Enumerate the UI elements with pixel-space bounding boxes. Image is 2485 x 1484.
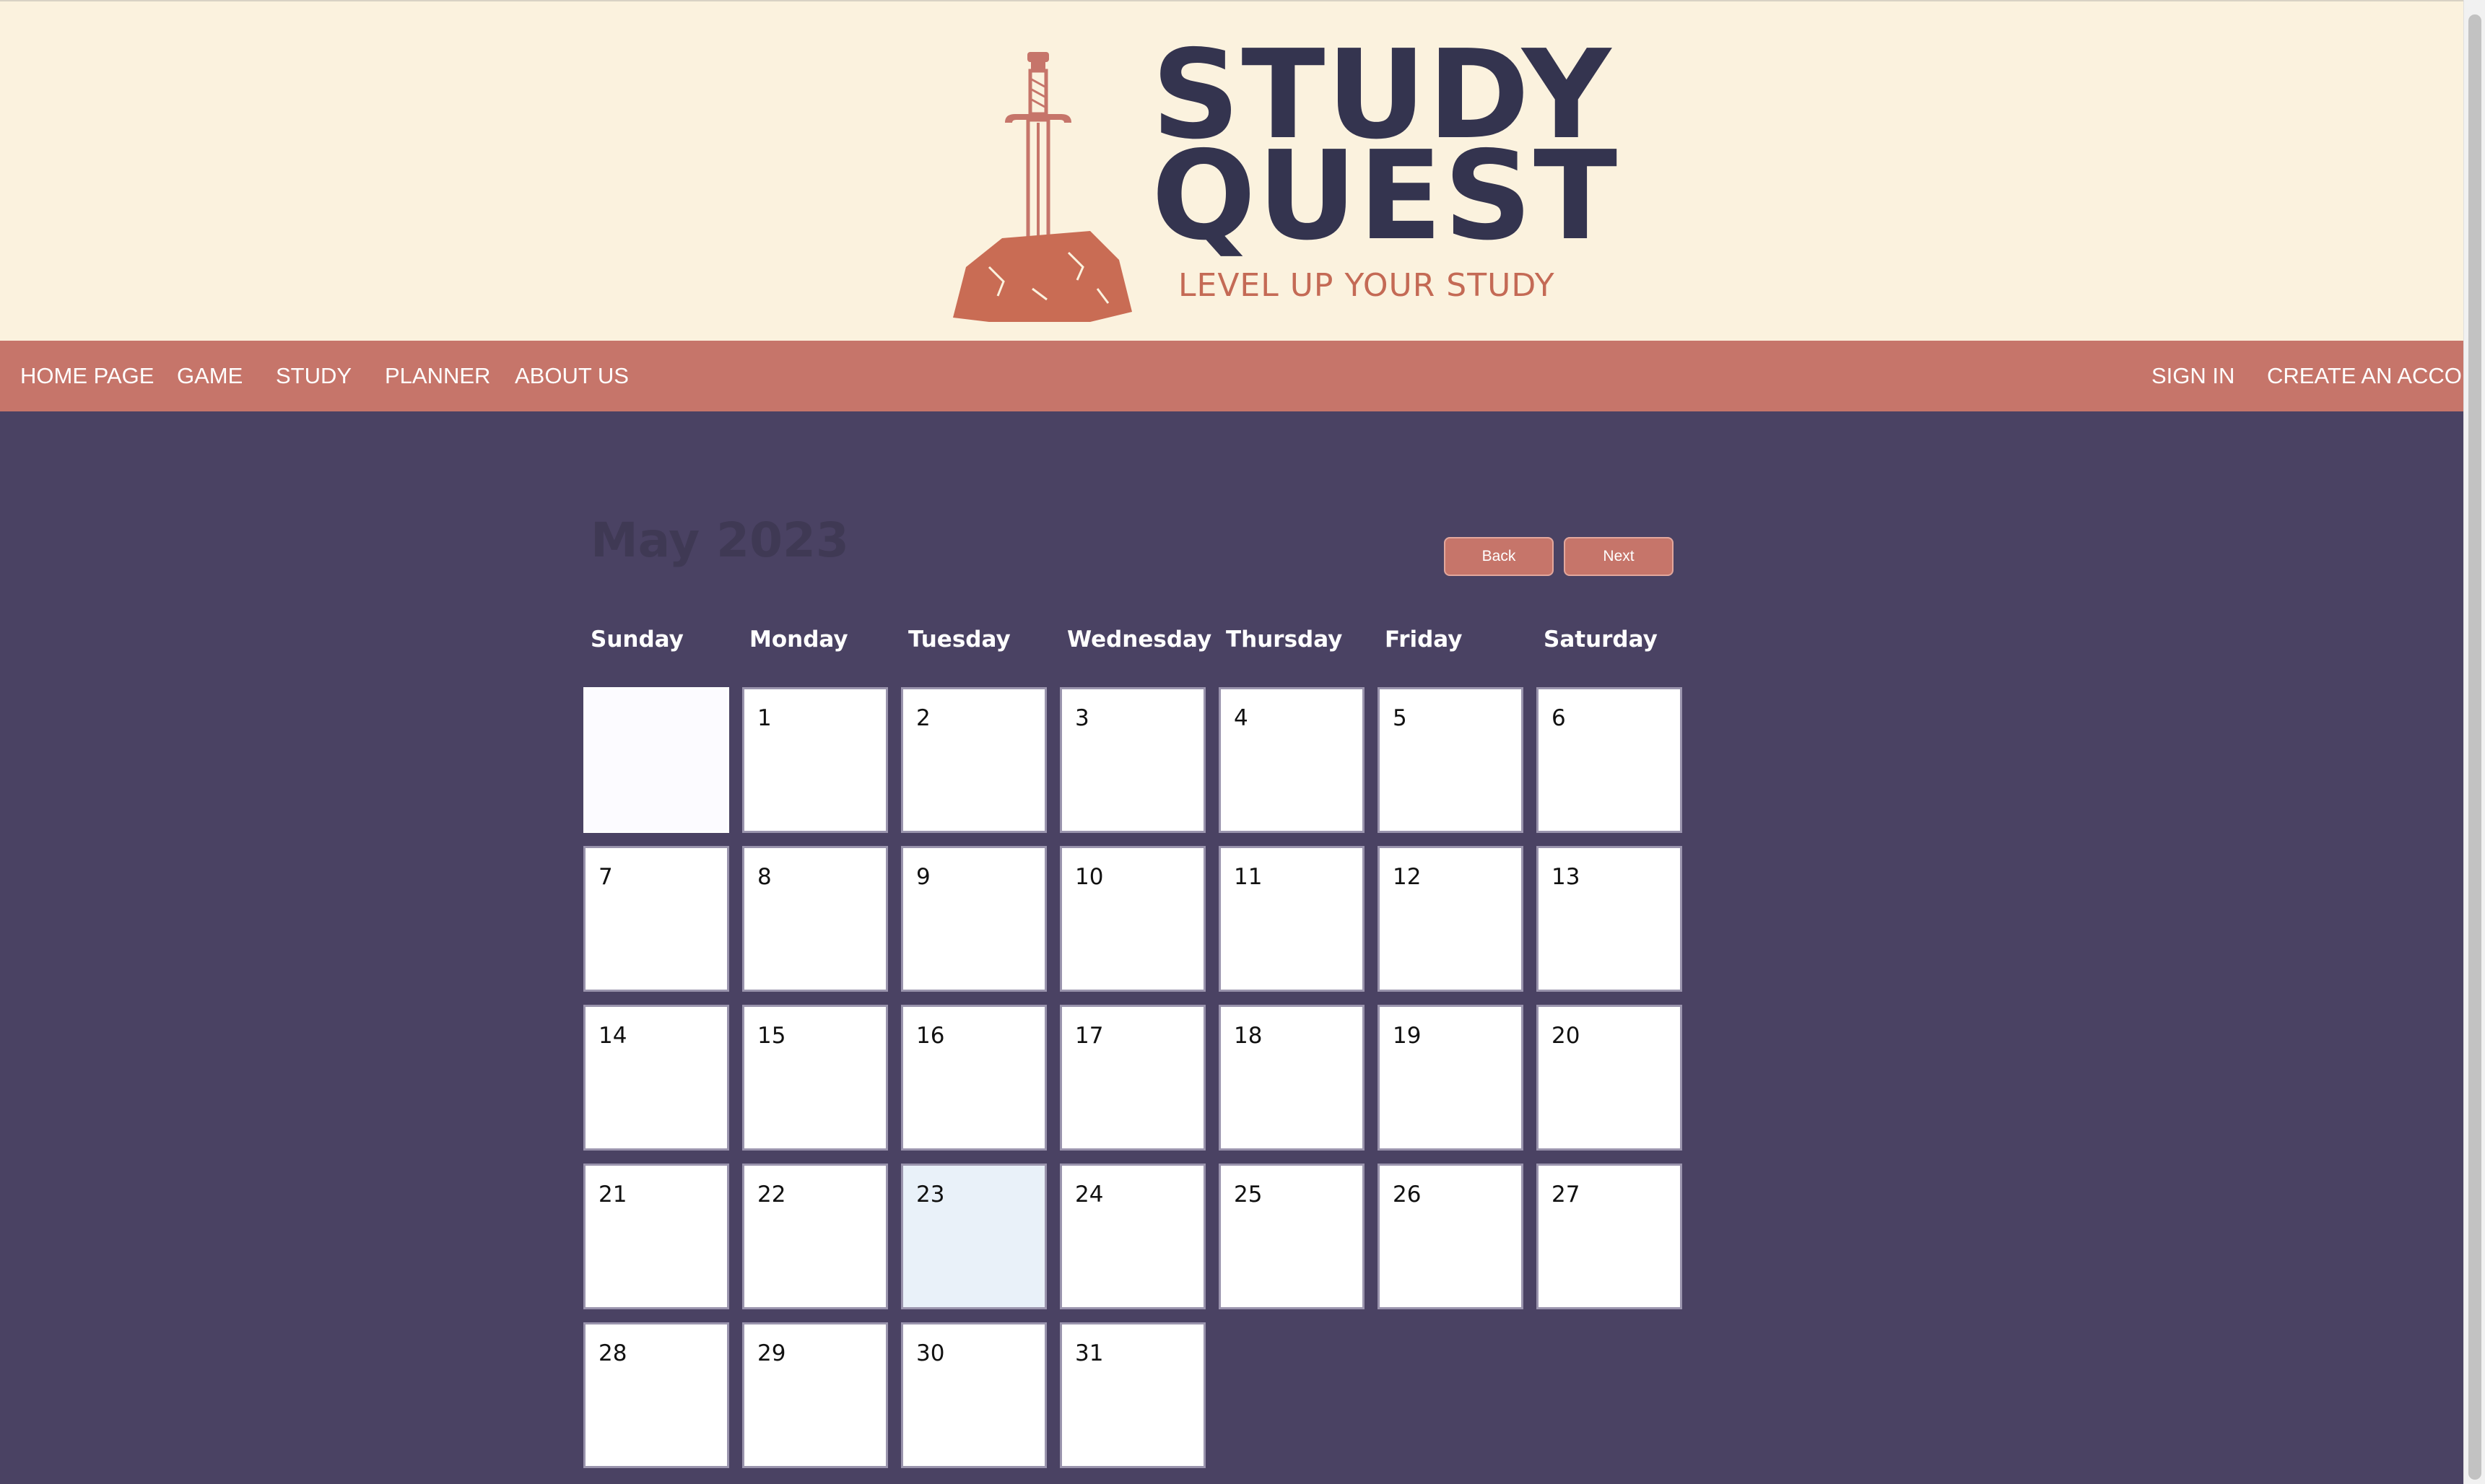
study-quest-logo[interactable]: STUDY QUEST LEVEL UP YOUR STUDY <box>946 34 1617 322</box>
day-number: 4 <box>1234 705 1248 731</box>
day-number: 10 <box>1075 864 1104 890</box>
calendar-day-cell[interactable]: 4 <box>1219 687 1365 833</box>
day-number: 18 <box>1234 1023 1263 1049</box>
nav-home-page[interactable]: HOME PAGE <box>20 341 154 411</box>
calendar-day-cell[interactable]: 27 <box>1536 1164 1682 1309</box>
site-header: STUDY QUEST LEVEL UP YOUR STUDY <box>0 0 2485 341</box>
calendar-day-cell[interactable]: 21 <box>583 1164 729 1309</box>
weekday-sunday: Sunday <box>591 627 684 652</box>
logo-title: STUDY QUEST <box>1152 34 1619 268</box>
weekday-thursday: Thursday <box>1226 627 1343 652</box>
next-button[interactable]: Next <box>1564 537 1674 576</box>
nav-create-account[interactable]: CREATE AN ACCOUNT <box>2267 341 2485 411</box>
calendar-day-cell[interactable]: 31 <box>1060 1322 1206 1468</box>
calendar-day-cell[interactable]: 17 <box>1060 1005 1206 1151</box>
nav-planner[interactable]: PLANNER <box>385 341 490 411</box>
calendar-day-cell[interactable]: 14 <box>583 1005 729 1151</box>
nav-sign-in[interactable]: SIGN IN <box>2151 341 2234 411</box>
calendar-day-cell[interactable]: 7 <box>583 846 729 992</box>
logo-tagline: LEVEL UP YOUR STUDY <box>1178 267 1555 304</box>
nav-about-us[interactable]: ABOUT US <box>515 341 629 411</box>
day-number: 1 <box>757 705 772 731</box>
calendar-month-title: May 2023 <box>591 512 849 568</box>
day-number: 13 <box>1552 864 1580 890</box>
day-number: 20 <box>1552 1023 1580 1049</box>
calendar-day-cell[interactable]: 29 <box>742 1322 888 1468</box>
calendar-day-cell[interactable]: 2 <box>901 687 1047 833</box>
calendar-day-cell[interactable]: 19 <box>1378 1005 1523 1151</box>
main-nav: HOME PAGE GAME STUDY PLANNER ABOUT US SI… <box>0 341 2485 411</box>
calendar-day-cell[interactable]: 20 <box>1536 1005 1682 1151</box>
calendar-day-cell[interactable]: 10 <box>1060 846 1206 992</box>
calendar-day-cell[interactable]: 8 <box>742 846 888 992</box>
day-number: 22 <box>757 1182 786 1208</box>
day-number: 19 <box>1393 1023 1422 1049</box>
day-number: 9 <box>916 864 931 890</box>
calendar-day-cell[interactable]: 3 <box>1060 687 1206 833</box>
day-number: 26 <box>1393 1182 1422 1208</box>
calendar-day-cell[interactable]: 6 <box>1536 687 1682 833</box>
day-number: 6 <box>1552 705 1566 731</box>
day-number: 21 <box>599 1182 627 1208</box>
calendar-day-cell[interactable]: 28 <box>583 1322 729 1468</box>
day-number: 15 <box>757 1023 786 1049</box>
scrollbar-thumb[interactable] <box>2468 14 2481 1480</box>
calendar-day-cell[interactable]: 11 <box>1219 846 1365 992</box>
calendar-day-cell[interactable]: 22 <box>742 1164 888 1309</box>
page: STUDY QUEST LEVEL UP YOUR STUDY HOME PAG… <box>0 0 2485 1484</box>
nav-game[interactable]: GAME <box>177 341 243 411</box>
logo-title-line2: QUEST <box>1152 125 1619 268</box>
day-number: 28 <box>599 1340 627 1366</box>
page-scrollbar[interactable] <box>2463 0 2485 1484</box>
sword-in-stone-icon <box>953 52 1132 322</box>
day-number: 2 <box>916 705 931 731</box>
weekday-tuesday: Tuesday <box>908 627 1011 652</box>
day-number: 16 <box>916 1023 945 1049</box>
nav-study[interactable]: STUDY <box>276 341 352 411</box>
weekday-monday: Monday <box>749 627 848 652</box>
calendar-day-cell[interactable]: 5 <box>1378 687 1523 833</box>
day-number: 8 <box>757 864 772 890</box>
day-number: 7 <box>599 864 613 890</box>
day-number: 12 <box>1393 864 1422 890</box>
day-number: 27 <box>1552 1182 1580 1208</box>
calendar-day-cell[interactable]: 30 <box>901 1322 1047 1468</box>
day-number: 24 <box>1075 1182 1104 1208</box>
day-number: 3 <box>1075 705 1089 731</box>
day-number: 17 <box>1075 1023 1104 1049</box>
day-number: 14 <box>599 1023 627 1049</box>
day-number: 29 <box>757 1340 786 1366</box>
back-button[interactable]: Back <box>1444 537 1554 576</box>
calendar-day-cell[interactable]: 16 <box>901 1005 1047 1151</box>
day-number: 30 <box>916 1340 945 1366</box>
day-number: 25 <box>1234 1182 1263 1208</box>
weekday-friday: Friday <box>1385 627 1463 652</box>
day-number: 31 <box>1075 1340 1104 1366</box>
calendar-day-cell[interactable]: 9 <box>901 846 1047 992</box>
calendar-day-cell[interactable]: 26 <box>1378 1164 1523 1309</box>
calendar-day-cell[interactable]: 24 <box>1060 1164 1206 1309</box>
weekday-saturday: Saturday <box>1544 627 1658 652</box>
day-number: 5 <box>1393 705 1407 731</box>
calendar-day-cell[interactable]: 13 <box>1536 846 1682 992</box>
calendar-day-cell[interactable]: 25 <box>1219 1164 1365 1309</box>
calendar-day-cell[interactable]: 23 <box>901 1164 1047 1309</box>
calendar-day-cell[interactable]: 18 <box>1219 1005 1365 1151</box>
weekday-wednesday: Wednesday <box>1067 627 1212 652</box>
calendar-day-cell[interactable]: 15 <box>742 1005 888 1151</box>
calendar-day-cell[interactable]: 1 <box>742 687 888 833</box>
day-number: 23 <box>916 1182 945 1208</box>
calendar-empty-cell[interactable] <box>583 687 729 833</box>
day-number: 11 <box>1234 864 1263 890</box>
calendar-day-cell[interactable]: 12 <box>1378 846 1523 992</box>
